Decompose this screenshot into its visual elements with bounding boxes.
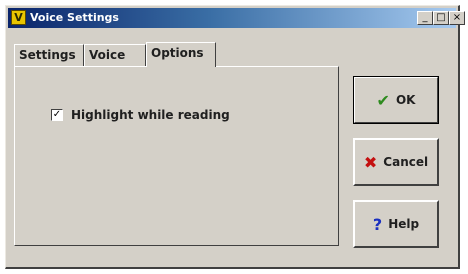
highlight-label: Highlight while reading <box>71 108 230 122</box>
cancel-button[interactable]: ✖ Cancel <box>353 138 439 186</box>
minimize-button[interactable]: _ <box>417 11 433 25</box>
app-icon: V <box>11 10 26 25</box>
tab-voice[interactable]: Voice <box>84 44 146 66</box>
maximize-button[interactable]: □ <box>433 11 449 25</box>
ok-button[interactable]: ✔ OK <box>353 76 439 124</box>
close-button[interactable]: × <box>449 11 465 25</box>
help-label: Help <box>388 217 420 231</box>
x-icon: ✖ <box>363 152 378 172</box>
tab-voice-label: Voice <box>89 48 126 62</box>
highlight-option[interactable]: ✓ Highlight while reading <box>51 107 230 123</box>
cancel-label: Cancel <box>383 155 429 169</box>
checkmark-icon: ✔ <box>376 90 390 110</box>
tab-settings-label: Settings <box>19 48 76 62</box>
window-title: Voice Settings <box>30 11 119 24</box>
options-panel: ✓ Highlight while reading <box>14 66 339 246</box>
ok-label: OK <box>395 93 416 107</box>
tab-options-label: Options <box>151 46 204 60</box>
highlight-checkbox[interactable]: ✓ <box>51 109 63 121</box>
tab-options[interactable]: Options <box>146 42 216 67</box>
help-button[interactable]: ? Help <box>353 200 439 248</box>
tab-settings[interactable]: Settings <box>14 44 84 66</box>
title-bar[interactable]: V Voice Settings _ □ × <box>8 8 465 28</box>
question-mark-icon: ? <box>372 214 383 234</box>
